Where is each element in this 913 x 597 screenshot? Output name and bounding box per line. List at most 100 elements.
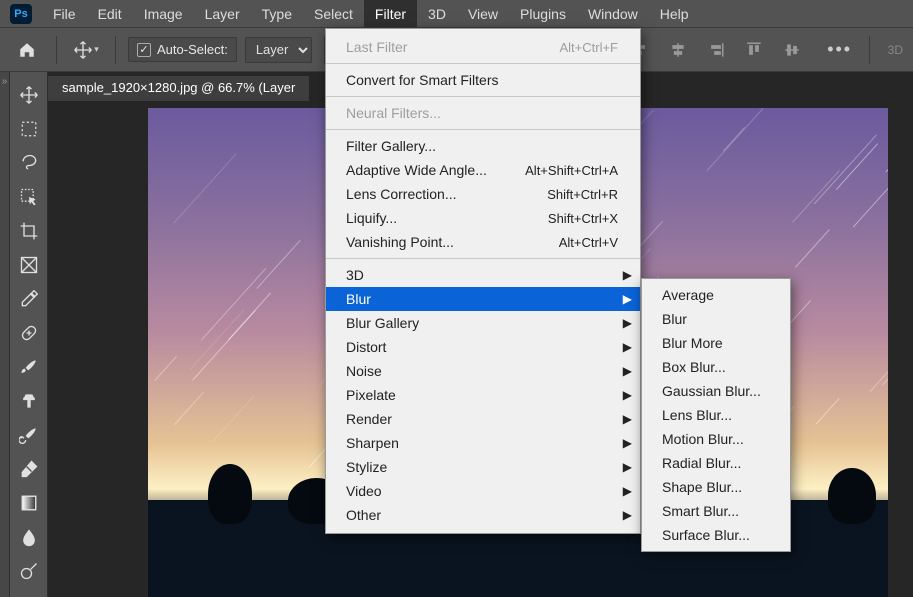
eraser-tool[interactable]	[12, 452, 46, 486]
menuitem-adaptive-wide-angle-[interactable]: Adaptive Wide Angle...Alt+Shift+Ctrl+A	[326, 158, 640, 182]
menuitem-last-filter: Last FilterAlt+Ctrl+F	[326, 35, 640, 59]
menuitem-blur-gallery[interactable]: Blur Gallery▶	[326, 311, 640, 335]
image-content	[190, 309, 245, 369]
auto-select-checkbox[interactable]	[137, 43, 151, 57]
history-brush-tool[interactable]	[12, 418, 46, 452]
submenu-arrow-icon: ▶	[623, 340, 632, 354]
menuitem-lens-correction-[interactable]: Lens Correction...Shift+Ctrl+R	[326, 182, 640, 206]
menu-type[interactable]: Type	[251, 0, 303, 27]
menuitem-blur-more[interactable]: Blur More	[642, 331, 790, 355]
image-content	[706, 108, 763, 171]
dodge-tool[interactable]	[12, 554, 46, 588]
separator	[115, 36, 116, 64]
image-content	[795, 229, 830, 267]
app-logo: Ps	[10, 4, 32, 24]
more-options[interactable]: •••	[823, 35, 857, 65]
menuitem-blur[interactable]: Blur	[642, 307, 790, 331]
image-content	[723, 128, 745, 152]
align-center-h-button[interactable]	[661, 35, 695, 65]
more-icon: •••	[827, 39, 852, 60]
image-content	[853, 171, 888, 227]
layer-select[interactable]: Layer	[245, 37, 312, 63]
menu-window[interactable]: Window	[577, 0, 649, 27]
menu-layer[interactable]: Layer	[194, 0, 251, 27]
move-tool[interactable]	[12, 78, 46, 112]
menuitem-filter-gallery-[interactable]: Filter Gallery...	[326, 134, 640, 158]
menuitem-shape-blur-[interactable]: Shape Blur...	[642, 475, 790, 499]
image-content	[882, 343, 888, 385]
document-tab[interactable]: sample_1920×1280.jpg @ 66.7% (Layer	[48, 76, 309, 101]
menu-file[interactable]: File	[42, 0, 87, 27]
menuitem-vanishing-point-[interactable]: Vanishing Point...Alt+Ctrl+V	[326, 230, 640, 254]
menu-plugins[interactable]: Plugins	[509, 0, 577, 27]
menuitem-smart-blur-[interactable]: Smart Blur...	[642, 499, 790, 523]
object-select-tool[interactable]	[12, 180, 46, 214]
submenu-arrow-icon: ▶	[623, 364, 632, 378]
align-top-button[interactable]	[737, 35, 771, 65]
menuitem-blur[interactable]: Blur▶	[326, 287, 640, 311]
image-content	[792, 170, 839, 223]
menuitem-distort[interactable]: Distort▶	[326, 335, 640, 359]
submenu-arrow-icon: ▶	[623, 484, 632, 498]
menubar: Ps FileEditImageLayerTypeSelectFilter3DV…	[0, 0, 913, 28]
menuitem-other[interactable]: Other▶	[326, 503, 640, 527]
menuitem-radial-blur-[interactable]: Radial Blur...	[642, 451, 790, 475]
image-content	[154, 356, 177, 381]
submenu-arrow-icon: ▶	[623, 316, 632, 330]
menu-help[interactable]: Help	[649, 0, 700, 27]
image-content	[886, 127, 888, 172]
menuitem-pixelate[interactable]: Pixelate▶	[326, 383, 640, 407]
marquee-tool[interactable]	[12, 112, 46, 146]
menuitem-liquify-[interactable]: Liquify...Shift+Ctrl+X	[326, 206, 640, 230]
frame-tool[interactable]	[12, 248, 46, 282]
mode-label-3d: 3D	[888, 43, 903, 57]
align-group	[623, 35, 809, 65]
align-right-button[interactable]	[699, 35, 733, 65]
menuitem-stylize[interactable]: Stylize▶	[326, 455, 640, 479]
menu-edit[interactable]: Edit	[87, 0, 133, 27]
auto-select-group: Auto-Select:	[128, 37, 237, 62]
image-content	[213, 395, 255, 441]
menu-select[interactable]: Select	[303, 0, 364, 27]
move-tool-indicator[interactable]: ▾	[69, 35, 103, 65]
menuitem-gaussian-blur-[interactable]: Gaussian Blur...	[642, 379, 790, 403]
menu-view[interactable]: View	[457, 0, 509, 27]
submenu-arrow-icon: ▶	[623, 388, 632, 402]
blur-submenu: AverageBlurBlur MoreBox Blur...Gaussian …	[641, 278, 791, 552]
menuitem-surface-blur-[interactable]: Surface Blur...	[642, 523, 790, 547]
healing-tool[interactable]	[12, 316, 46, 350]
menuitem-3d[interactable]: 3D▶	[326, 263, 640, 287]
menuitem-motion-blur-[interactable]: Motion Blur...	[642, 427, 790, 451]
panel-handle[interactable]: »	[0, 72, 10, 597]
menuitem-video[interactable]: Video▶	[326, 479, 640, 503]
submenu-arrow-icon: ▶	[623, 412, 632, 426]
menu-filter[interactable]: Filter	[364, 0, 417, 27]
image-content	[814, 135, 877, 205]
image-content	[173, 153, 237, 223]
menu-3d[interactable]: 3D	[417, 0, 457, 27]
submenu-arrow-icon: ▶	[623, 508, 632, 522]
menuitem-noise[interactable]: Noise▶	[326, 359, 640, 383]
toolbar	[10, 72, 48, 597]
menu-image[interactable]: Image	[133, 0, 194, 27]
menuitem-convert-for-smart-filters[interactable]: Convert for Smart Filters	[326, 68, 640, 92]
align-center-v-button[interactable]	[775, 35, 809, 65]
menuitem-lens-blur-[interactable]: Lens Blur...	[642, 403, 790, 427]
menuitem-render[interactable]: Render▶	[326, 407, 640, 431]
clone-tool[interactable]	[12, 384, 46, 418]
document-tabs: sample_1920×1280.jpg @ 66.7% (Layer	[48, 76, 309, 101]
image-content	[174, 392, 204, 425]
submenu-arrow-icon: ▶	[623, 460, 632, 474]
image-content	[640, 221, 663, 246]
crop-tool[interactable]	[12, 214, 46, 248]
menuitem-average[interactable]: Average	[642, 283, 790, 307]
gradient-tool[interactable]	[12, 486, 46, 520]
lasso-tool[interactable]	[12, 146, 46, 180]
brush-tool[interactable]	[12, 350, 46, 384]
menuitem-box-blur-[interactable]: Box Blur...	[642, 355, 790, 379]
home-button[interactable]	[10, 35, 44, 65]
menuitem-sharpen[interactable]: Sharpen▶	[326, 431, 640, 455]
separator	[56, 36, 57, 64]
eyedropper-tool[interactable]	[12, 282, 46, 316]
blur-tool[interactable]	[12, 520, 46, 554]
